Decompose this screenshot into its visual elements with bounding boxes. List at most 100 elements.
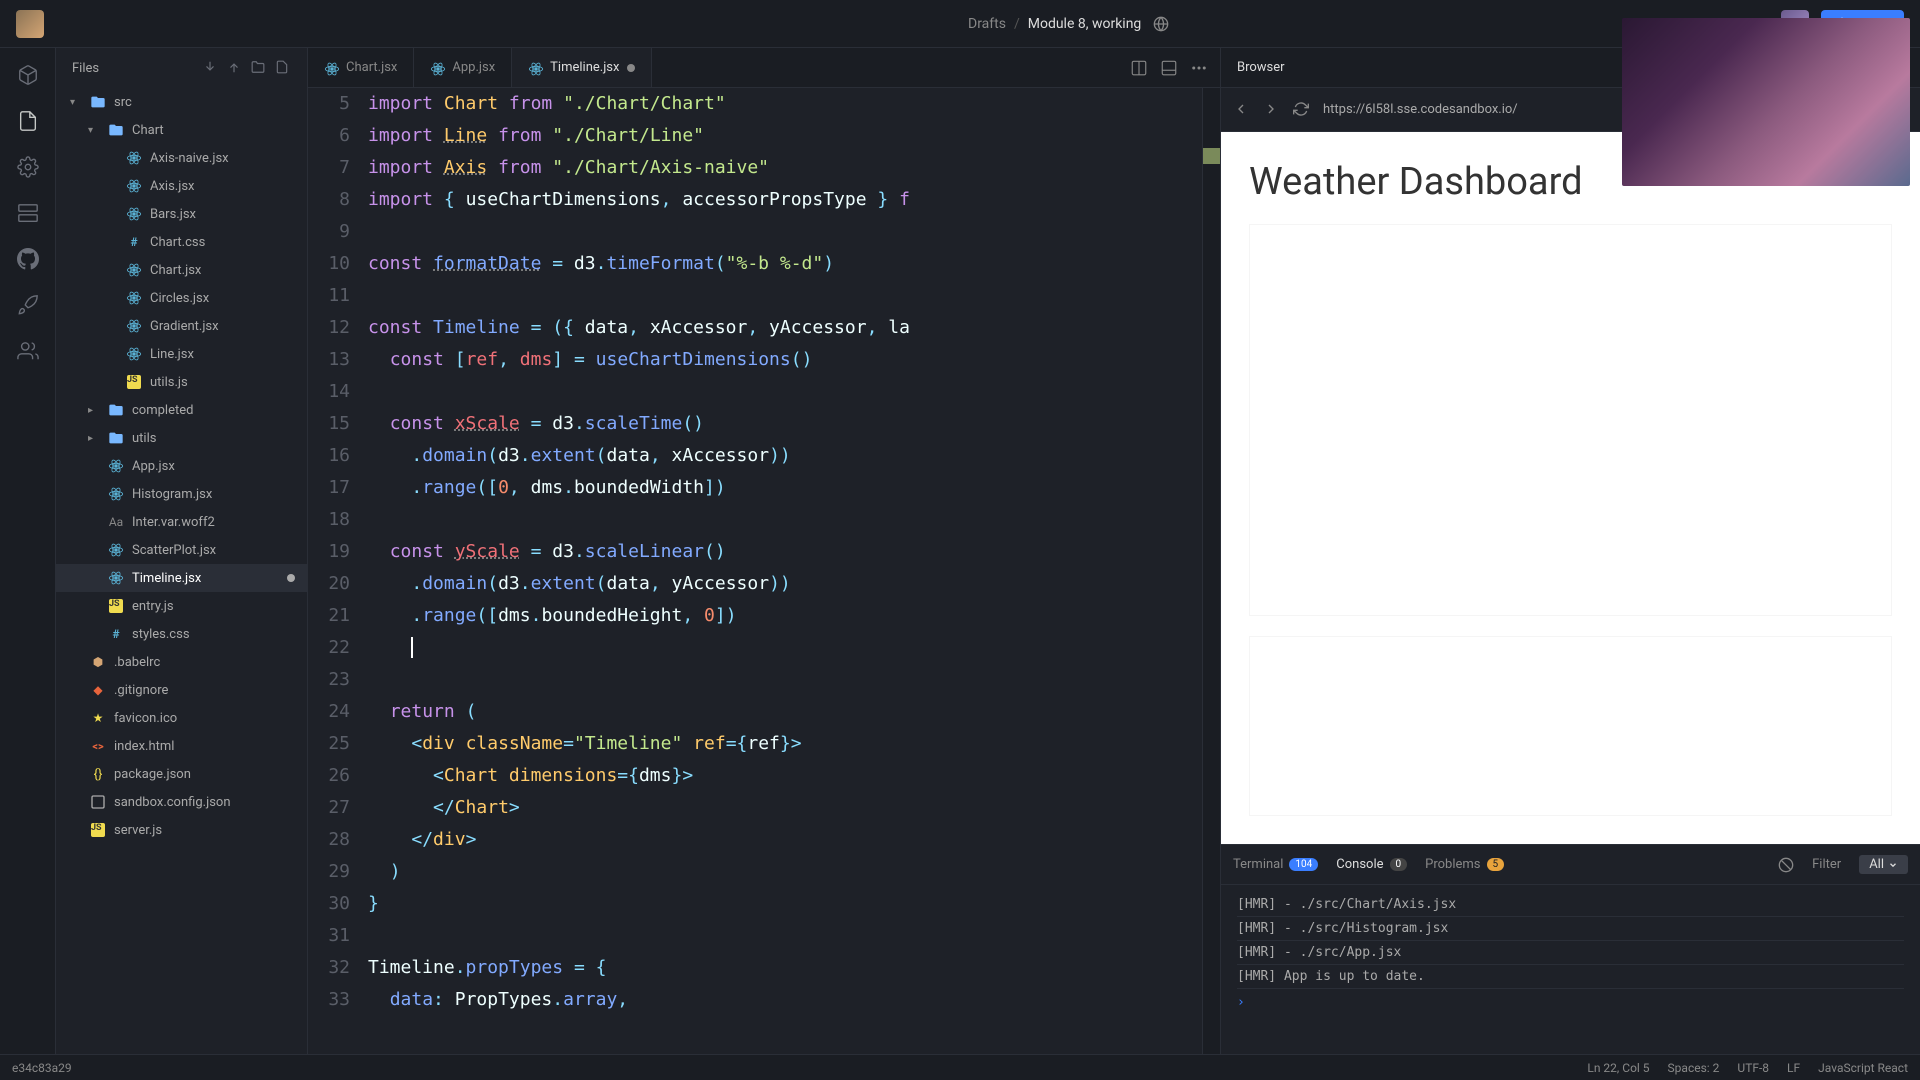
new-folder-icon[interactable] <box>251 60 267 76</box>
sidebar-title: Files <box>72 61 195 76</box>
users-icon[interactable] <box>17 340 39 362</box>
react-icon <box>108 570 124 586</box>
file-tree-item[interactable]: ◆.gitignore <box>56 676 307 704</box>
file-tree-item[interactable]: ▸utils <box>56 424 307 452</box>
file-tree-item[interactable]: ▸completed <box>56 396 307 424</box>
file-tree-item[interactable]: #Chart.css <box>56 228 307 256</box>
console-prompt[interactable]: › <box>1237 989 1904 1016</box>
back-icon[interactable] <box>1233 101 1251 119</box>
language-mode[interactable]: JavaScript React <box>1818 1061 1908 1075</box>
file-tree-item[interactable]: {}package.json <box>56 760 307 788</box>
js-icon: JS <box>108 598 124 614</box>
file-tree-item[interactable]: sandbox.config.json <box>56 788 307 816</box>
editor-tab[interactable]: Chart.jsx <box>308 48 414 87</box>
tab-console[interactable]: Console0 <box>1336 857 1407 872</box>
split-icon[interactable] <box>1130 59 1148 77</box>
file-tree-item[interactable]: JSserver.js <box>56 816 307 844</box>
react-icon <box>126 290 142 306</box>
html-icon: <> <box>90 738 106 754</box>
file-tree-item[interactable]: Axis.jsx <box>56 172 307 200</box>
breadcrumb-separator: / <box>1014 16 1020 32</box>
tab-problems[interactable]: Problems5 <box>1425 857 1504 872</box>
file-tree-item[interactable]: Bars.jsx <box>56 200 307 228</box>
server-icon[interactable] <box>17 202 39 224</box>
file-tree-item[interactable]: Timeline.jsx <box>56 564 307 592</box>
reload-icon[interactable] <box>1293 101 1311 119</box>
encoding[interactable]: UTF-8 <box>1737 1061 1769 1075</box>
commit-hash[interactable]: e34c83a29 <box>12 1061 1587 1075</box>
webcam-overlay <box>1622 18 1910 186</box>
folder-closed-icon <box>108 430 124 446</box>
folder-icon <box>90 94 106 110</box>
breadcrumb-current[interactable]: Module 8, working <box>1028 16 1142 32</box>
file-tree-item[interactable]: Gradient.jsx <box>56 312 307 340</box>
react-icon <box>108 458 124 474</box>
modified-dot <box>287 574 295 582</box>
filter-all[interactable]: All <box>1859 855 1908 874</box>
file-icon[interactable] <box>17 110 39 132</box>
new-file-icon[interactable] <box>275 60 291 76</box>
file-tree-item[interactable]: JSutils.js <box>56 368 307 396</box>
file-tree-item[interactable]: Circles.jsx <box>56 284 307 312</box>
react-icon <box>126 346 142 362</box>
globe-icon <box>1153 16 1169 32</box>
indentation[interactable]: Spaces: 2 <box>1668 1061 1720 1075</box>
config-icon: ⬢ <box>90 654 106 670</box>
file-tree-item[interactable]: ⬢.babelrc <box>56 648 307 676</box>
js-icon: JS <box>126 374 142 390</box>
react-icon <box>126 150 142 166</box>
file-tree-item[interactable]: App.jsx <box>56 452 307 480</box>
file-tree-item[interactable]: JSentry.js <box>56 592 307 620</box>
css-icon: # <box>126 234 142 250</box>
panel-icon[interactable] <box>1160 59 1178 77</box>
react-icon <box>126 178 142 194</box>
more-icon[interactable] <box>1190 59 1208 77</box>
file-tree-item[interactable]: Chart.jsx <box>56 256 307 284</box>
file-tree-item[interactable]: ▾src <box>56 88 307 116</box>
file-tree-item[interactable]: ScatterPlot.jsx <box>56 536 307 564</box>
code-editor[interactable]: import Chart from "./Chart/Chart"import … <box>368 88 1202 1054</box>
git-icon: ◆ <box>90 682 106 698</box>
console-line: [HMR] - ./src/App.jsx <box>1237 941 1904 965</box>
react-icon <box>430 61 444 75</box>
config2-icon <box>90 794 106 810</box>
cursor-position[interactable]: Ln 22, Col 5 <box>1587 1061 1649 1075</box>
file-tree-item[interactable]: <>index.html <box>56 732 307 760</box>
breadcrumb-root[interactable]: Drafts <box>968 16 1006 32</box>
react-icon <box>126 262 142 278</box>
file-tree-item[interactable]: #styles.css <box>56 620 307 648</box>
react-icon <box>126 318 142 334</box>
editor-tab[interactable]: App.jsx <box>414 48 512 87</box>
file-tree-item[interactable]: ★favicon.ico <box>56 704 307 732</box>
file-tree-item[interactable]: Axis-naive.jsx <box>56 144 307 172</box>
console-line: [HMR] - ./src/Chart/Axis.jsx <box>1237 893 1904 917</box>
editor-tab[interactable]: Timeline.jsx <box>512 48 652 87</box>
gear-icon[interactable] <box>17 156 39 178</box>
eol[interactable]: LF <box>1787 1061 1800 1075</box>
react-icon <box>108 486 124 502</box>
css-icon: # <box>108 626 124 642</box>
forward-icon[interactable] <box>1263 101 1281 119</box>
modified-dot <box>627 64 635 72</box>
clear-console-icon[interactable] <box>1778 857 1794 873</box>
file-tree-item[interactable]: AaInter.var.woff2 <box>56 508 307 536</box>
console-line: [HMR] - ./src/Histogram.jsx <box>1237 917 1904 941</box>
upload-icon[interactable] <box>227 60 243 76</box>
json-icon: {} <box>90 766 106 782</box>
folder-closed-icon <box>108 402 124 418</box>
minimap[interactable] <box>1202 88 1220 1054</box>
font-icon: Aa <box>108 514 124 530</box>
react-icon <box>108 542 124 558</box>
tab-terminal[interactable]: Terminal104 <box>1233 857 1318 872</box>
file-tree-item[interactable]: Line.jsx <box>56 340 307 368</box>
file-tree-item[interactable]: Histogram.jsx <box>56 480 307 508</box>
workspace-avatar[interactable] <box>16 10 44 38</box>
filter-label[interactable]: Filter <box>1812 857 1841 872</box>
file-tree-item[interactable]: ▾Chart <box>56 116 307 144</box>
download-icon[interactable] <box>203 60 219 76</box>
cube-icon[interactable] <box>17 64 39 86</box>
js-icon: JS <box>90 822 106 838</box>
rocket-icon[interactable] <box>17 294 39 316</box>
react-icon <box>126 206 142 222</box>
github-icon[interactable] <box>17 248 39 270</box>
